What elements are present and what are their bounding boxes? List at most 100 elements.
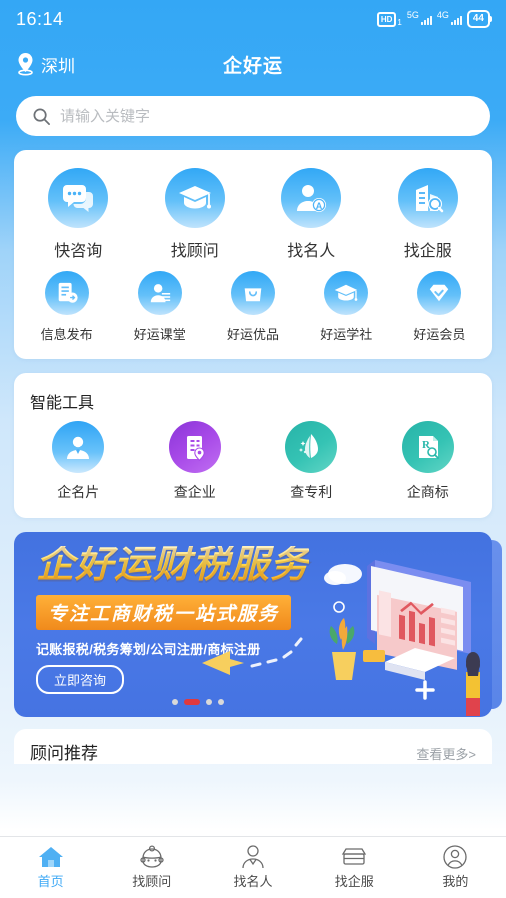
quick-entry-label: 好运会员 — [413, 327, 466, 342]
smart-tools-card: 智能工具 企名片 查企业 查专利 R 企商标 — [14, 373, 492, 518]
status-bar: 16:14 HD 1 5G 4G 44 — [0, 0, 506, 38]
search-bar[interactable] — [16, 96, 490, 136]
svg-text:A: A — [316, 201, 323, 211]
quick-entry-secondary-grid: 信息发布 好运课堂 好运优品 好运学社 好运会员 — [20, 267, 486, 349]
trademark-r-icon: R — [401, 421, 454, 473]
app-header: 深圳 企好运 — [0, 38, 506, 90]
quick-entry-label: 找名人 — [287, 243, 336, 260]
quick-entry-haoyunhuiyuan[interactable]: 好运会员 — [393, 267, 486, 349]
carousel-dot[interactable] — [206, 699, 212, 705]
signal-5g-label: 5G — [406, 9, 419, 20]
person-card-icon — [52, 421, 105, 473]
quick-entry-primary-grid: 快咨询 找顾问 A 找名人 找企服 — [20, 164, 486, 267]
carousel-dot[interactable] — [218, 699, 224, 705]
person-badge-icon: A — [281, 168, 342, 228]
tool-label: 企名片 — [57, 484, 100, 500]
advisor-recommend-header: 顾问推荐 查看更多> — [14, 729, 492, 764]
chat-bubbles-icon — [48, 168, 109, 228]
search-area — [0, 90, 506, 150]
quick-entry-label: 好运课堂 — [133, 327, 186, 342]
user-circle-icon — [443, 845, 468, 869]
quick-entry-card: 快咨询 找顾问 A 找名人 找企服 信息发布 好运课堂 好运优品 好运学社 好运… — [14, 150, 492, 359]
tool-label: 查专利 — [290, 484, 333, 500]
quick-entry-kuaizixun[interactable]: 快咨询 — [20, 164, 137, 267]
status-indicators: HD 1 5G 4G 44 — [376, 9, 493, 28]
banner-cta-button[interactable]: 立即咨询 — [36, 664, 125, 694]
location-selector[interactable]: 深圳 — [16, 52, 75, 77]
carousel-dot-active[interactable] — [184, 699, 200, 705]
tool-label: 查企业 — [173, 484, 216, 500]
patent-p-icon — [285, 421, 338, 473]
promo-carousel[interactable]: 企好运财税服务 专注工商财税一站式服务 记账报税/税务筹划/公司注册/商标注册 … — [14, 532, 502, 717]
smart-tools-grid: 企名片 查企业 查专利 R 企商标 — [20, 417, 486, 508]
tab-label: 找顾问 — [132, 874, 172, 889]
section-title-advisor: 顾问推荐 — [30, 744, 98, 763]
signal-5g: 5G — [406, 9, 432, 25]
banner-title: 企好运财税服务 — [36, 544, 310, 586]
tool-qimingpian[interactable]: 企名片 — [20, 417, 137, 508]
tab-home[interactable]: 首页 — [0, 845, 101, 890]
building-pin-icon — [168, 421, 221, 473]
battery-indicator: 44 — [466, 10, 493, 28]
app-root: 16:14 HD 1 5G 4G 44 深圳 企好运 请输入关键字 快咨询 找顾… — [0, 0, 506, 898]
graduation-cap-icon — [164, 168, 225, 228]
location-label: 深圳 — [41, 56, 75, 76]
tab-advisor[interactable]: 找顾问 — [101, 845, 202, 890]
quick-entry-zhaoguwen[interactable]: 找顾问 — [137, 164, 254, 267]
tab-label: 找名人 — [233, 874, 273, 889]
quick-entry-zhaoqifu[interactable]: 找企服 — [370, 164, 487, 267]
person-list-icon — [137, 271, 182, 315]
smart-tools-title: 智能工具 — [30, 395, 95, 412]
tab-label: 我的 — [442, 874, 469, 889]
location-pin-icon — [18, 53, 33, 76]
person-suit-icon — [242, 845, 264, 869]
hd-sub-label: 1 — [397, 17, 402, 27]
diamond-check-icon — [417, 271, 462, 315]
building-search-icon — [397, 168, 458, 228]
signal-4g: 4G — [436, 9, 462, 25]
quick-entry-label: 找企服 — [403, 243, 452, 260]
quick-entry-label: 快咨询 — [54, 243, 103, 260]
tab-label: 找企服 — [334, 874, 374, 889]
search-input[interactable] — [60, 107, 474, 125]
banner-illustration — [324, 560, 480, 716]
promo-banner[interactable]: 企好运财税服务 专注工商财税一站式服务 记账报税/税务筹划/公司注册/商标注册 … — [14, 532, 492, 717]
tool-qishangbiao[interactable]: R 企商标 — [370, 417, 487, 508]
carousel-dots[interactable] — [172, 699, 224, 705]
hd-badge-icon: HD — [376, 11, 397, 27]
quick-entry-haoyunxueshe[interactable]: 好运学社 — [300, 267, 393, 349]
quick-entry-haoyunketang[interactable]: 好运课堂 — [113, 267, 206, 349]
quick-entry-label: 好运优品 — [226, 327, 279, 342]
quick-entry-label: 找顾问 — [170, 243, 219, 260]
banner-subtitle: 专注工商财税一站式服务 — [36, 594, 292, 630]
advisor-face-icon — [140, 845, 164, 868]
quick-entry-label: 好运学社 — [320, 327, 373, 342]
home-icon — [38, 847, 63, 867]
quick-entry-label: 信息发布 — [40, 327, 93, 342]
search-icon — [33, 108, 50, 125]
signal-4g-label: 4G — [436, 9, 449, 20]
tab-celebrity[interactable]: 找名人 — [202, 845, 303, 890]
signal-bars-icon — [420, 14, 432, 25]
tab-services[interactable]: 找企服 — [304, 845, 405, 890]
tool-label: 企商标 — [406, 484, 449, 500]
graduation-cap-icon — [324, 271, 369, 315]
hd-indicator: HD 1 — [376, 11, 402, 27]
status-time: 16:14 — [16, 8, 64, 29]
tool-chazhuanli[interactable]: 查专利 — [253, 417, 370, 508]
tab-label: 首页 — [37, 874, 64, 889]
carousel-dot[interactable] — [172, 699, 178, 705]
quick-entry-xinxifabu[interactable]: 信息发布 — [20, 267, 113, 349]
banner-arrow-decoration — [202, 637, 303, 675]
page-title: 企好运 — [222, 55, 283, 77]
view-more-link[interactable]: 查看更多> — [416, 744, 476, 763]
tool-chaqiye[interactable]: 查企业 — [137, 417, 254, 508]
quick-entry-haoyunyoupin[interactable]: 好运优品 — [206, 267, 299, 349]
shop-icon — [342, 848, 367, 865]
shopping-bag-icon — [230, 271, 275, 315]
bottom-tab-bar: 首页 找顾问 找名人 找企服 我的 — [0, 836, 506, 898]
quick-entry-zhaomingren[interactable]: A 找名人 — [253, 164, 370, 267]
signal-bars-icon — [450, 14, 462, 25]
document-publish-icon — [44, 271, 89, 315]
tab-mine[interactable]: 我的 — [405, 845, 506, 890]
